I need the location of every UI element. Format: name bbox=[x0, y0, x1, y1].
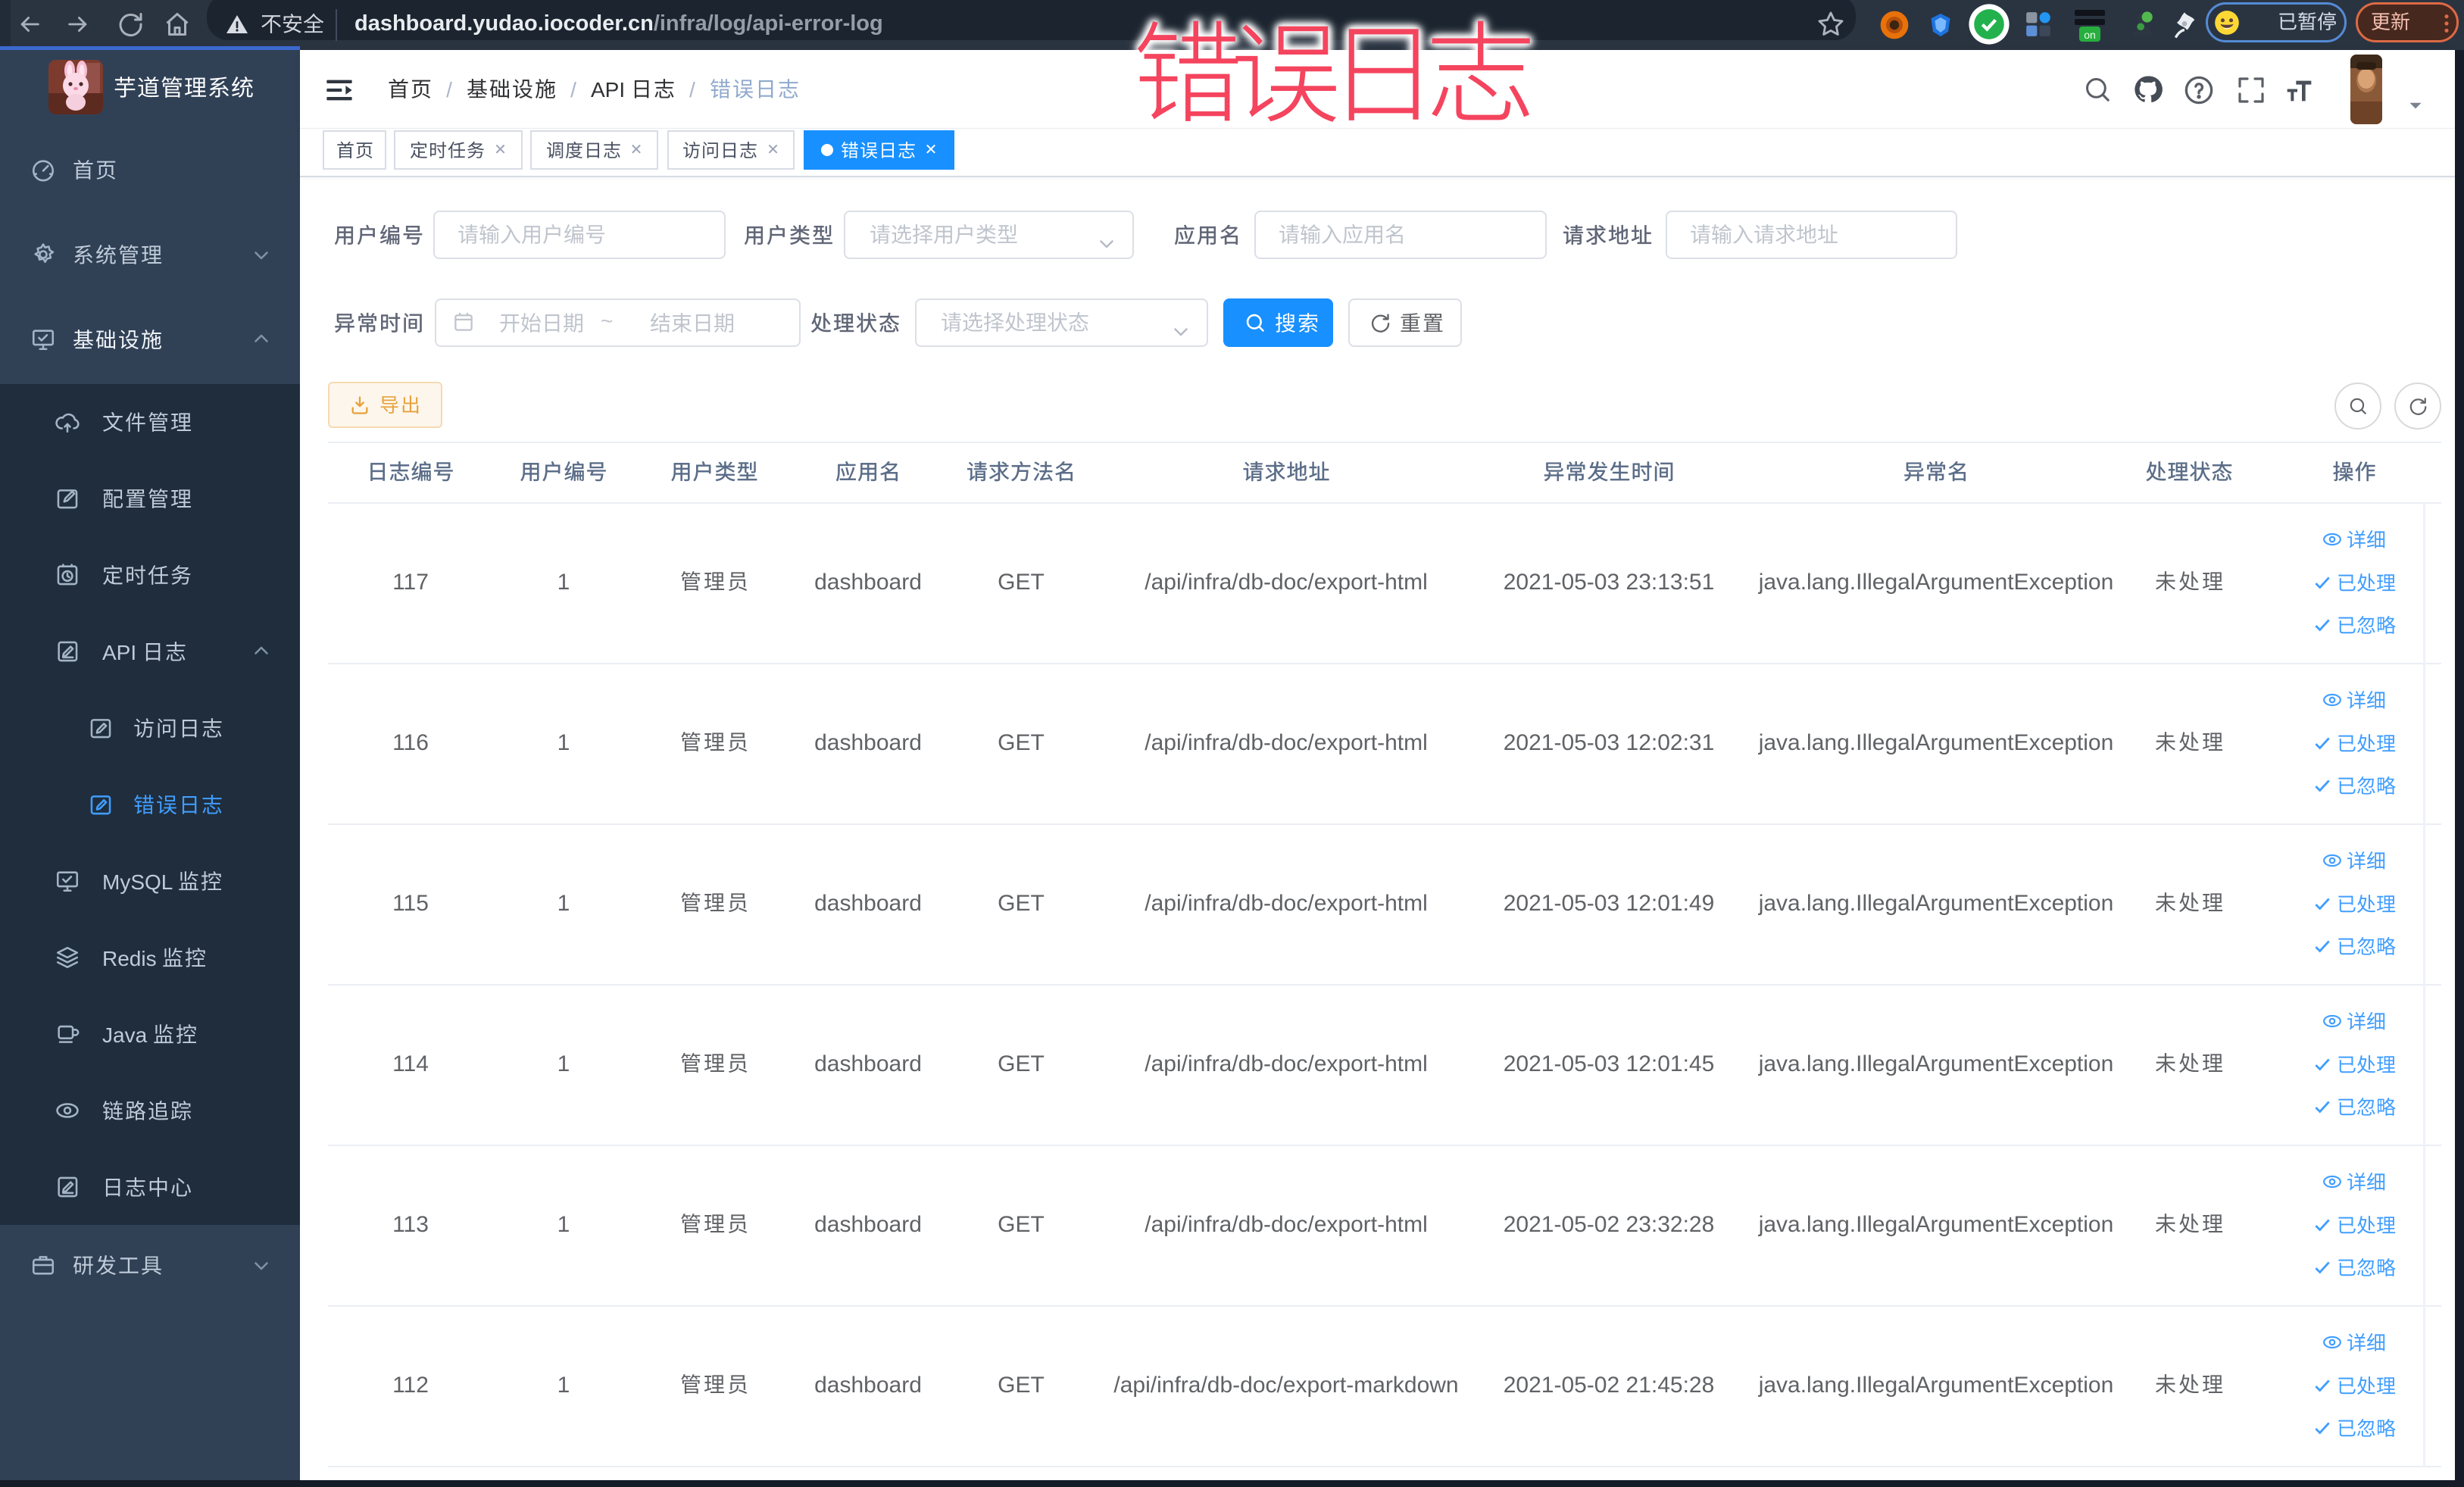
svg-text:on: on bbox=[2084, 29, 2096, 41]
